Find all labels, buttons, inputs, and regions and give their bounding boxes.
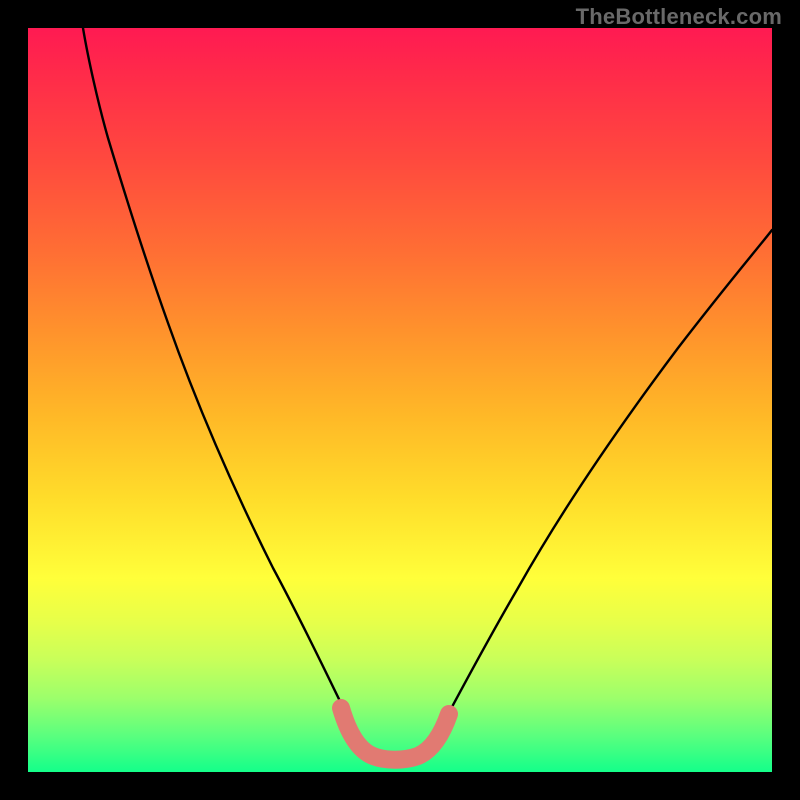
highlight-region (341, 708, 449, 760)
chart-frame: TheBottleneck.com (0, 0, 800, 800)
watermark-text: TheBottleneck.com (576, 4, 782, 30)
curve-layer (28, 28, 772, 772)
plot-area (28, 28, 772, 772)
bottleneck-curve (83, 28, 772, 760)
